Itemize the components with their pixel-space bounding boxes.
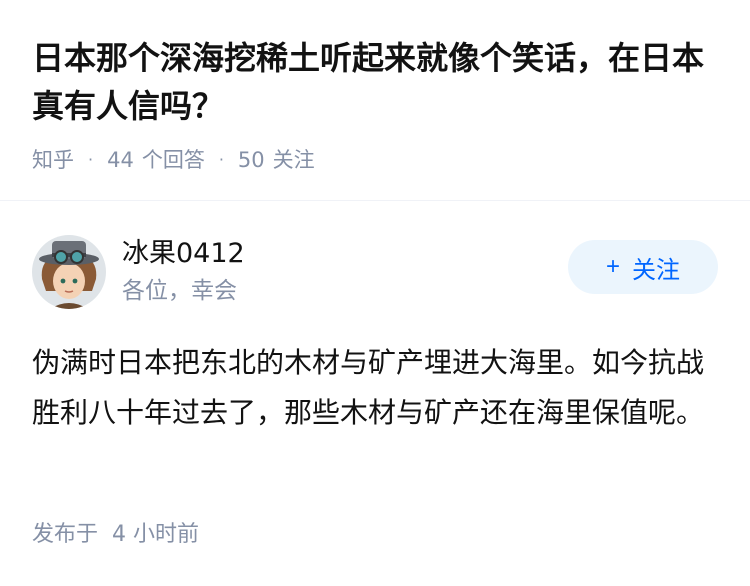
source-label[interactable]: 知乎 — [32, 144, 74, 174]
posted-time: 4 小时前 — [112, 522, 200, 547]
separator-dot: · — [88, 149, 94, 169]
followers-count-link[interactable]: 50 关注 — [238, 144, 315, 174]
avatar[interactable] — [32, 235, 106, 309]
followers-count: 50 — [237, 148, 265, 172]
posted-label: 发布于 — [32, 522, 99, 547]
section-divider — [0, 200, 750, 201]
author-row: 冰果0412 各位，幸会 + 关注 — [32, 234, 718, 310]
question-meta: 知乎 · 44 个回答 · 50 关注 — [32, 144, 718, 174]
author-name[interactable]: 冰果0412 — [122, 237, 568, 271]
post-time: 发布于 4 小时前 — [32, 516, 199, 548]
answers-count: 44 — [107, 148, 134, 172]
answer-content[interactable]: 伪满时日本把东北的木材与矿产埋进大海里。如今抗战胜利八十年过去了，那些木材与矿产… — [32, 338, 718, 438]
question-header: 日本那个深海挖稀土听起来就像个笑话，在日本真有人信吗？ 知乎 · 44 个回答 ·… — [0, 0, 750, 174]
follow-button-label: 关注 — [632, 256, 680, 284]
answer-card: 冰果0412 各位，幸会 + 关注 伪满时日本把东北的木材与矿产埋进大海里。如今… — [32, 234, 718, 438]
author-bio: 各位，幸会 — [122, 278, 237, 304]
question-title[interactable]: 日本那个深海挖稀土听起来就像个笑话，在日本真有人信吗？ — [32, 34, 718, 130]
answers-label: 个回答 — [141, 148, 205, 172]
separator-dot: · — [218, 149, 224, 169]
followers-label: 关注 — [272, 148, 315, 172]
avatar-illustration-icon — [32, 235, 106, 309]
plus-icon: + — [605, 253, 620, 280]
answers-count-link[interactable]: 44 个回答 — [107, 144, 205, 174]
follow-button[interactable]: + 关注 — [568, 240, 718, 294]
author-info: 冰果0412 各位，幸会 — [122, 237, 568, 307]
